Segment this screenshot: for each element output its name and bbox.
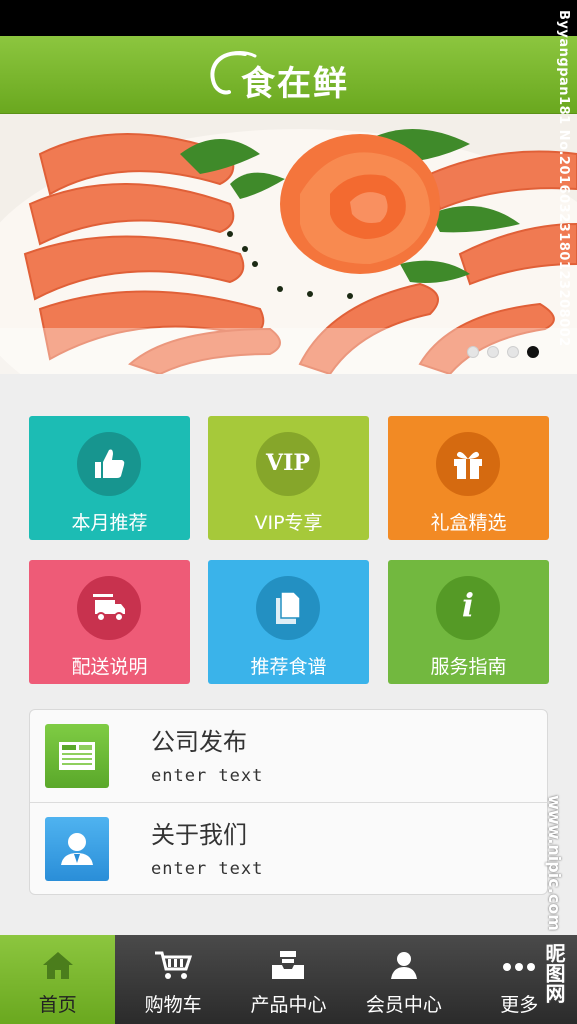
list-item-title: 关于我们: [151, 821, 247, 849]
carousel-dot[interactable]: [507, 346, 519, 358]
watermark-site: www.nipic.com 昵图网: [540, 795, 569, 1003]
list-item-subtitle: enter text: [151, 859, 264, 879]
inbox-icon: [272, 951, 305, 979]
list-item-company-news[interactable]: 公司发布 enter text: [30, 710, 547, 802]
tile-label: 配送说明: [71, 656, 148, 678]
recipe-pages-icon: [276, 591, 301, 624]
tile-monthly-recommend[interactable]: 本月推荐: [29, 416, 190, 540]
carousel-dot-active[interactable]: [527, 346, 539, 358]
gift-icon: [454, 451, 482, 479]
tab-label: 会员中心: [365, 994, 442, 1016]
tile-label: VIP专享: [254, 512, 323, 534]
shrimp-dish-image: [0, 114, 577, 374]
hero-banner[interactable]: [0, 114, 577, 374]
list-item-title: 公司发布: [151, 728, 247, 756]
watermark-url: www.nipic.com: [545, 795, 564, 931]
watermark-brand: 昵图网: [542, 942, 566, 1003]
cart-icon: [155, 951, 193, 979]
app-header: 食在鲜: [0, 36, 577, 114]
list-item-about-us[interactable]: 关于我们 enter text: [30, 802, 547, 894]
info-list: 公司发布 enter text 关于我们 enter text: [29, 709, 548, 895]
member-icon: [390, 952, 417, 979]
news-icon: [59, 742, 95, 770]
user-profile-icon: [61, 833, 93, 865]
info-icon: i: [461, 586, 475, 624]
tab-label: 购物车: [144, 994, 202, 1016]
tab-product-center[interactable]: 产品中心: [231, 935, 346, 1024]
tile-label: 服务指南: [430, 656, 507, 678]
tile-gift-box[interactable]: 礼盒精选: [388, 416, 549, 540]
tab-label: 首页: [38, 994, 77, 1016]
tile-vip-exclusive[interactable]: VIP VIP专享: [208, 416, 369, 540]
tile-delivery-info[interactable]: 配送说明: [29, 560, 190, 684]
tab-label: 产品中心: [250, 994, 327, 1016]
app-logo: 食在鲜: [205, 48, 375, 104]
watermark-id: Byyangpan181 No.20160323180123208002: [556, 10, 571, 347]
tile-label: 推荐食谱: [250, 656, 327, 678]
tile-label: 本月推荐: [71, 512, 148, 534]
more-dots-icon: [503, 963, 536, 971]
list-item-subtitle: enter text: [151, 766, 264, 786]
tile-label: 礼盒精选: [430, 512, 507, 534]
delivery-truck-icon: [93, 594, 125, 622]
tab-member-center[interactable]: 会员中心: [346, 935, 461, 1024]
carousel-dot[interactable]: [467, 346, 479, 358]
tab-home[interactable]: 首页: [0, 935, 116, 1024]
tile-service-guide[interactable]: i 服务指南: [388, 560, 549, 684]
vip-icon: VIP: [266, 450, 310, 476]
tile-recipes[interactable]: 推荐食谱: [208, 560, 369, 684]
thumbs-up-icon: [95, 449, 125, 478]
logo-text: 食在鲜: [241, 64, 349, 104]
bottom-tab-bar: 首页 购物车 产品中心 会员中心 更多: [0, 935, 577, 1024]
status-bar: [0, 0, 577, 36]
carousel-dot[interactable]: [487, 346, 499, 358]
carousel-indicator: [467, 346, 539, 358]
home-icon: [42, 952, 73, 979]
tab-cart[interactable]: 购物车: [115, 935, 230, 1024]
